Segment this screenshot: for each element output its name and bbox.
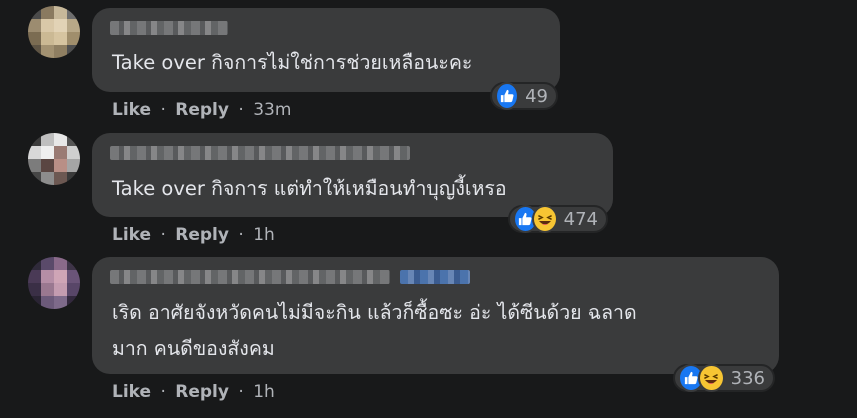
reaction-summary[interactable]: 49 [490,82,558,110]
comment-text-line2: มาก คนดีของสังคม [112,337,275,360]
tag-redacted[interactable] [400,270,470,284]
separator: · [238,225,244,245]
like-link[interactable]: Like [112,382,151,402]
comment-bubble: เริด อาศัยจังหวัดคนไม่มีจะกิน แล้วก็ซื้อ… [92,257,779,374]
reply-link[interactable]: Reply [175,225,229,245]
timestamp[interactable]: 1h [253,382,275,402]
timestamp[interactable]: 33m [253,100,291,120]
separator: · [238,382,244,402]
author-name-redacted[interactable] [110,21,228,35]
separator: · [160,100,166,120]
author-name-redacted[interactable] [110,146,410,160]
reaction-count: 336 [730,367,765,389]
haha-icon [531,205,558,233]
avatar[interactable] [28,133,80,185]
comment-actions: Like · Reply · 33m [112,100,291,120]
comment-text: Take over กิจการไม่ใช่การช่วยเหลือนะคะ [112,51,473,74]
reply-link[interactable]: Reply [175,382,229,402]
comment-actions: Like · Reply · 1h [112,225,275,245]
like-link[interactable]: Like [112,225,151,245]
reply-link[interactable]: Reply [175,100,229,120]
comment-text: Take over กิจการ แต่ทำให้เหมือนทำบุญงี้เ… [112,177,507,200]
timestamp[interactable]: 1h [253,225,275,245]
reaction-summary[interactable]: 474 [508,205,608,233]
like-link[interactable]: Like [112,100,151,120]
reaction-count: 474 [563,208,598,230]
avatar[interactable] [28,6,80,58]
separator: · [160,225,166,245]
separator: · [238,100,244,120]
haha-icon [698,364,725,392]
author-name-redacted[interactable] [110,270,390,284]
comment-actions: Like · Reply · 1h [112,382,275,402]
reaction-summary[interactable]: 336 [673,364,775,392]
separator: · [160,382,166,402]
comment-text: เริด อาศัยจังหวัดคนไม่มีจะกิน แล้วก็ซื้อ… [112,301,637,324]
comment-bubble: Take over กิจการไม่ใช่การช่วยเหลือนะคะ [92,8,560,92]
reaction-count: 49 [525,85,548,107]
like-icon [495,82,520,110]
avatar[interactable] [28,257,80,309]
